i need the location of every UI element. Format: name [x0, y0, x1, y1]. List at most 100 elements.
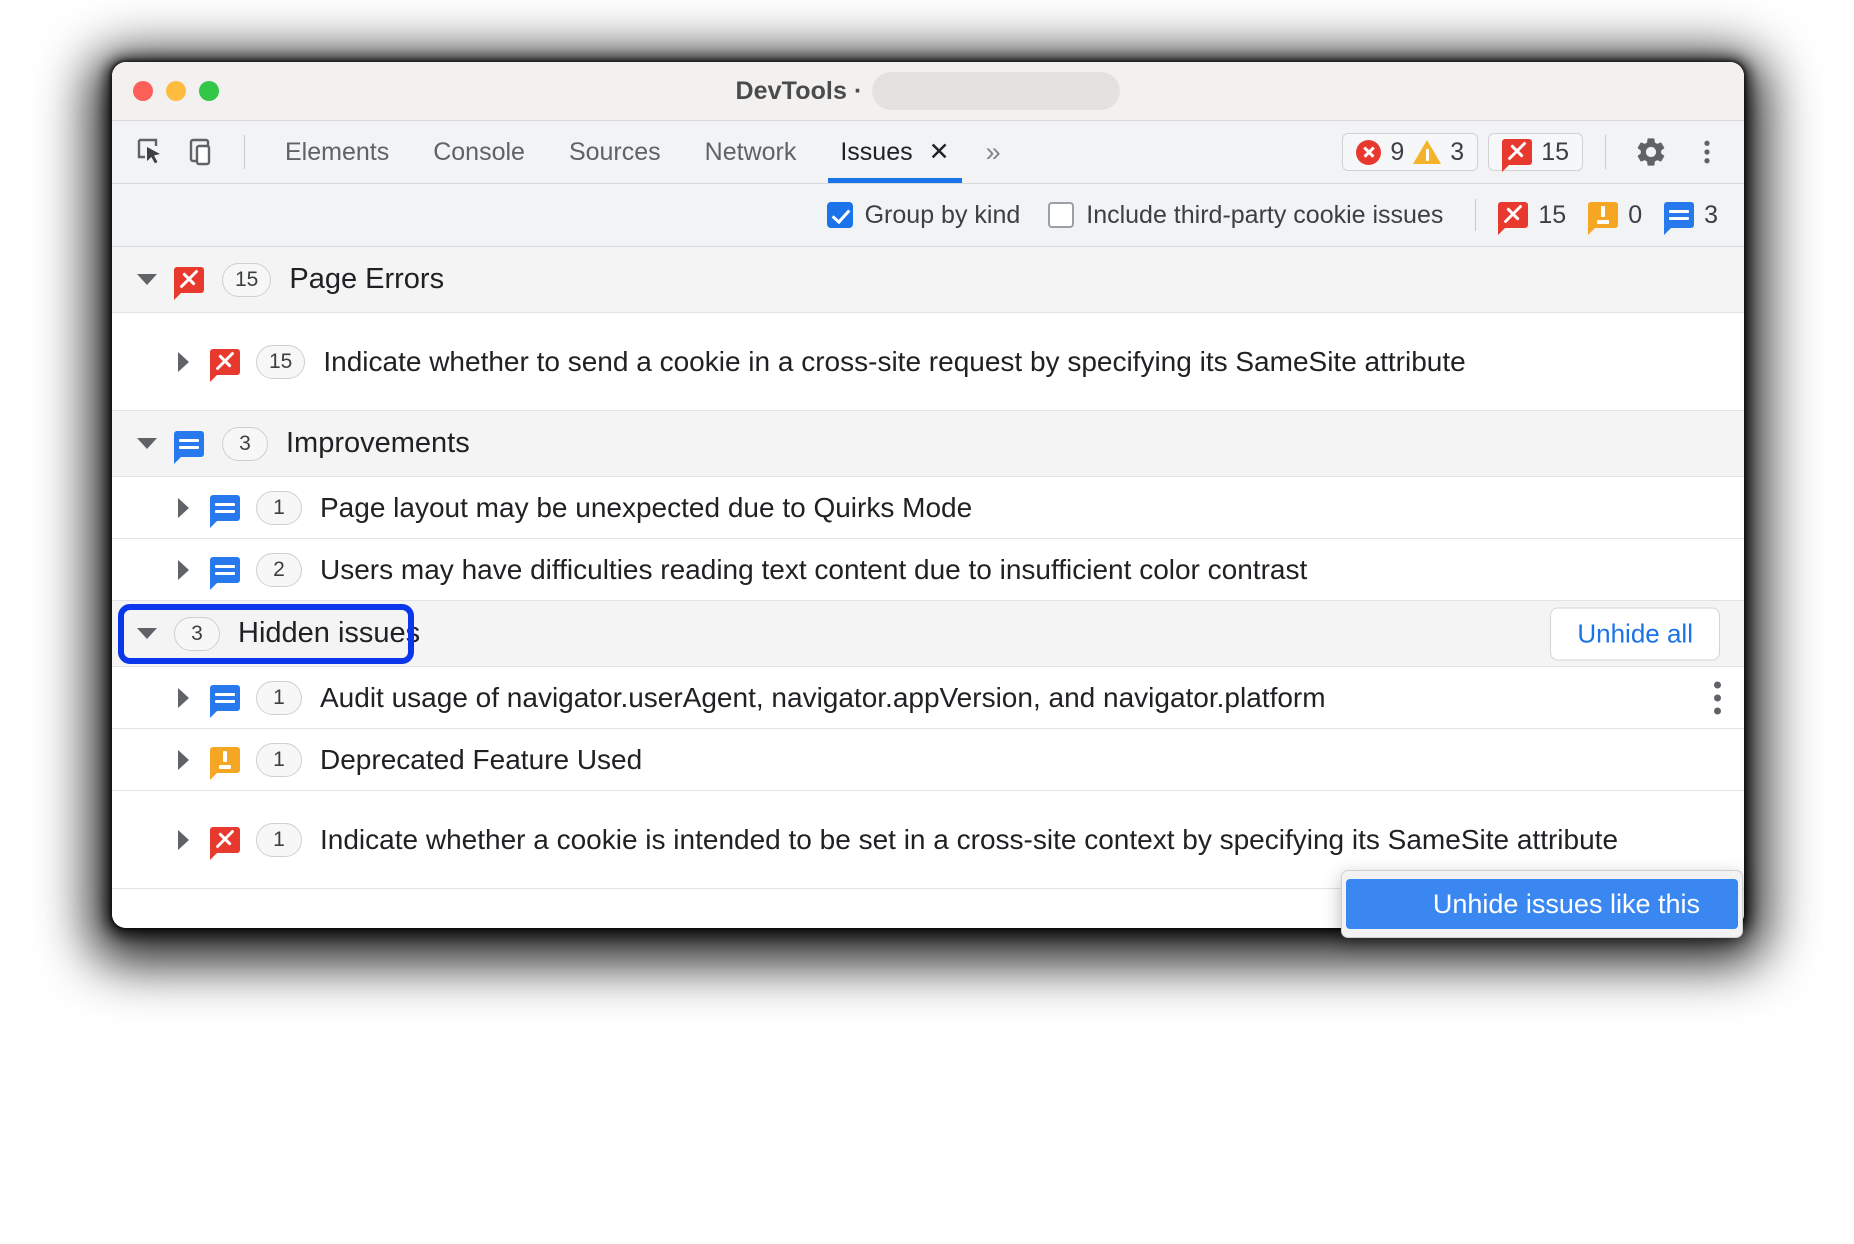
checkbox-unchecked-icon[interactable] [1048, 202, 1074, 228]
issue-row[interactable]: 1 Page layout may be unexpected due to Q… [112, 477, 1744, 539]
error-circle-icon [1356, 140, 1381, 165]
devtools-window: DevTools · [112, 62, 1744, 928]
issue-title: Users may have difficulties reading text… [320, 552, 1367, 588]
group-title: Page Errors [289, 263, 444, 296]
issue-count-badge: 1 [256, 491, 302, 525]
issue-title: Page layout may be unexpected due to Qui… [320, 490, 1032, 526]
group-title: Hidden issues [238, 617, 420, 650]
issue-row[interactable]: 2 Users may have difficulties reading te… [112, 539, 1744, 601]
group-header-hidden-issues[interactable]: 3 Hidden issues Unhide all [112, 601, 1744, 667]
chevron-right-icon[interactable] [170, 688, 196, 708]
tab-issues-label: Issues [840, 138, 912, 167]
window-titlebar: DevTools · [112, 62, 1744, 121]
issue-warning-bubble-icon [210, 747, 240, 773]
issues-counter[interactable]: 15 [1488, 133, 1583, 171]
chevron-right-icon[interactable] [170, 498, 196, 518]
tabbar-divider [244, 135, 245, 169]
issue-title: Indicate whether to send a cookie in a c… [323, 344, 1525, 380]
inspect-cursor-icon[interactable] [128, 129, 174, 175]
issue-count-badge: 15 [256, 345, 305, 379]
checkbox-checked-icon[interactable] [827, 202, 853, 228]
context-menu-item-unhide-issues-like-this[interactable]: Unhide issues like this [1346, 879, 1738, 929]
tab-issues[interactable]: Issues ✕ [818, 121, 971, 183]
screenshot-root: DevTools · [0, 0, 1854, 1244]
issue-row[interactable]: 15 Indicate whether to send a cookie in … [112, 313, 1744, 411]
group-header-improvements[interactable]: 3 Improvements [112, 411, 1744, 477]
issue-info-bubble-icon [174, 431, 204, 457]
gear-icon[interactable] [1628, 129, 1674, 175]
issue-error-bubble-icon [1502, 139, 1532, 165]
filter-warning-count-value: 0 [1628, 201, 1642, 230]
issue-error-bubble-icon [174, 267, 204, 293]
filter-info-count-value: 3 [1704, 201, 1718, 230]
traffic-lights [133, 81, 219, 101]
issue-row[interactable]: 1 Audit usage of navigator.userAgent, na… [112, 667, 1744, 729]
group-by-kind-label: Group by kind [865, 201, 1021, 230]
more-vertical-icon[interactable] [1684, 129, 1730, 175]
chevron-right-icon[interactable] [170, 352, 196, 372]
chevron-down-icon[interactable] [134, 438, 160, 449]
issue-error-bubble-icon [210, 827, 240, 853]
window-title: DevTools · [736, 77, 863, 106]
window-title-wrap: DevTools · [112, 72, 1744, 110]
tab-elements-label: Elements [285, 138, 389, 167]
third-party-cookie-label: Include third-party cookie issues [1086, 201, 1443, 230]
filter-error-count: 15 [1498, 201, 1566, 230]
tabbar-left-tools [128, 121, 257, 183]
chevron-right-icon[interactable] [170, 560, 196, 580]
filter-info-count: 3 [1664, 201, 1718, 230]
filter-error-count-value: 15 [1538, 201, 1566, 230]
group-header-page-errors[interactable]: 15 Page Errors [112, 247, 1744, 313]
third-party-cookie-checkbox[interactable]: Include third-party cookie issues [1048, 201, 1443, 230]
issues-tree: 15 Page Errors 15 Indicate whether to se… [112, 247, 1744, 928]
group-title: Improvements [286, 427, 470, 460]
tabbar-right-tools: 9 3 15 [1342, 121, 1730, 183]
filterbar-divider [1475, 199, 1476, 231]
panel-tabs: Elements Console Sources Network Issues … [263, 121, 1012, 183]
issue-title: Audit usage of navigator.userAgent, navi… [320, 680, 1386, 716]
group-by-kind-checkbox[interactable]: Group by kind [827, 201, 1021, 230]
chevron-right-icon[interactable] [170, 750, 196, 770]
chevron-down-icon[interactable] [134, 274, 160, 285]
tab-network[interactable]: Network [683, 121, 819, 183]
chevron-right-icon[interactable] [170, 830, 196, 850]
issue-count-badge: 1 [256, 823, 302, 857]
devtools-tabbar: Elements Console Sources Network Issues … [112, 121, 1744, 184]
issues-filter-bar: Group by kind Include third-party cookie… [112, 184, 1744, 247]
warning-triangle-icon [1413, 140, 1441, 164]
close-window-button[interactable] [133, 81, 153, 101]
maximize-window-button[interactable] [199, 81, 219, 101]
issue-info-bubble-icon [1664, 202, 1694, 228]
tab-console[interactable]: Console [411, 121, 547, 183]
issue-title: Deprecated Feature Used [320, 742, 702, 778]
tab-network-label: Network [705, 138, 797, 167]
more-vertical-icon[interactable] [1712, 681, 1722, 714]
context-menu: Unhide issues like this [1341, 870, 1743, 938]
issue-warning-bubble-icon [1588, 202, 1618, 228]
console-warning-count: 3 [1450, 138, 1464, 167]
issue-count-badge: 1 [256, 743, 302, 777]
tab-sources-label: Sources [569, 138, 661, 167]
filter-warning-count: 0 [1588, 201, 1642, 230]
issue-info-bubble-icon [210, 495, 240, 521]
more-tabs-icon[interactable]: » [972, 121, 1012, 183]
issue-info-bubble-icon [210, 685, 240, 711]
minimize-window-button[interactable] [166, 81, 186, 101]
tab-console-label: Console [433, 138, 525, 167]
issue-title: Indicate whether a cookie is intended to… [320, 822, 1678, 858]
tabbar-right-divider [1605, 135, 1606, 169]
issue-row[interactable]: 1 Deprecated Feature Used [112, 729, 1744, 791]
issue-info-bubble-icon [210, 557, 240, 583]
device-toolbar-icon[interactable] [180, 129, 226, 175]
console-error-count: 9 [1390, 138, 1404, 167]
group-count-badge: 3 [222, 427, 268, 461]
chevron-down-icon[interactable] [134, 628, 160, 639]
tab-sources[interactable]: Sources [547, 121, 683, 183]
close-icon[interactable]: ✕ [929, 140, 950, 165]
unhide-all-button[interactable]: Unhide all [1550, 607, 1720, 660]
group-count-badge: 15 [222, 263, 271, 297]
issue-error-bubble-icon [210, 349, 240, 375]
tab-elements[interactable]: Elements [263, 121, 411, 183]
issues-count: 15 [1541, 138, 1569, 167]
console-counters[interactable]: 9 3 [1342, 133, 1478, 171]
